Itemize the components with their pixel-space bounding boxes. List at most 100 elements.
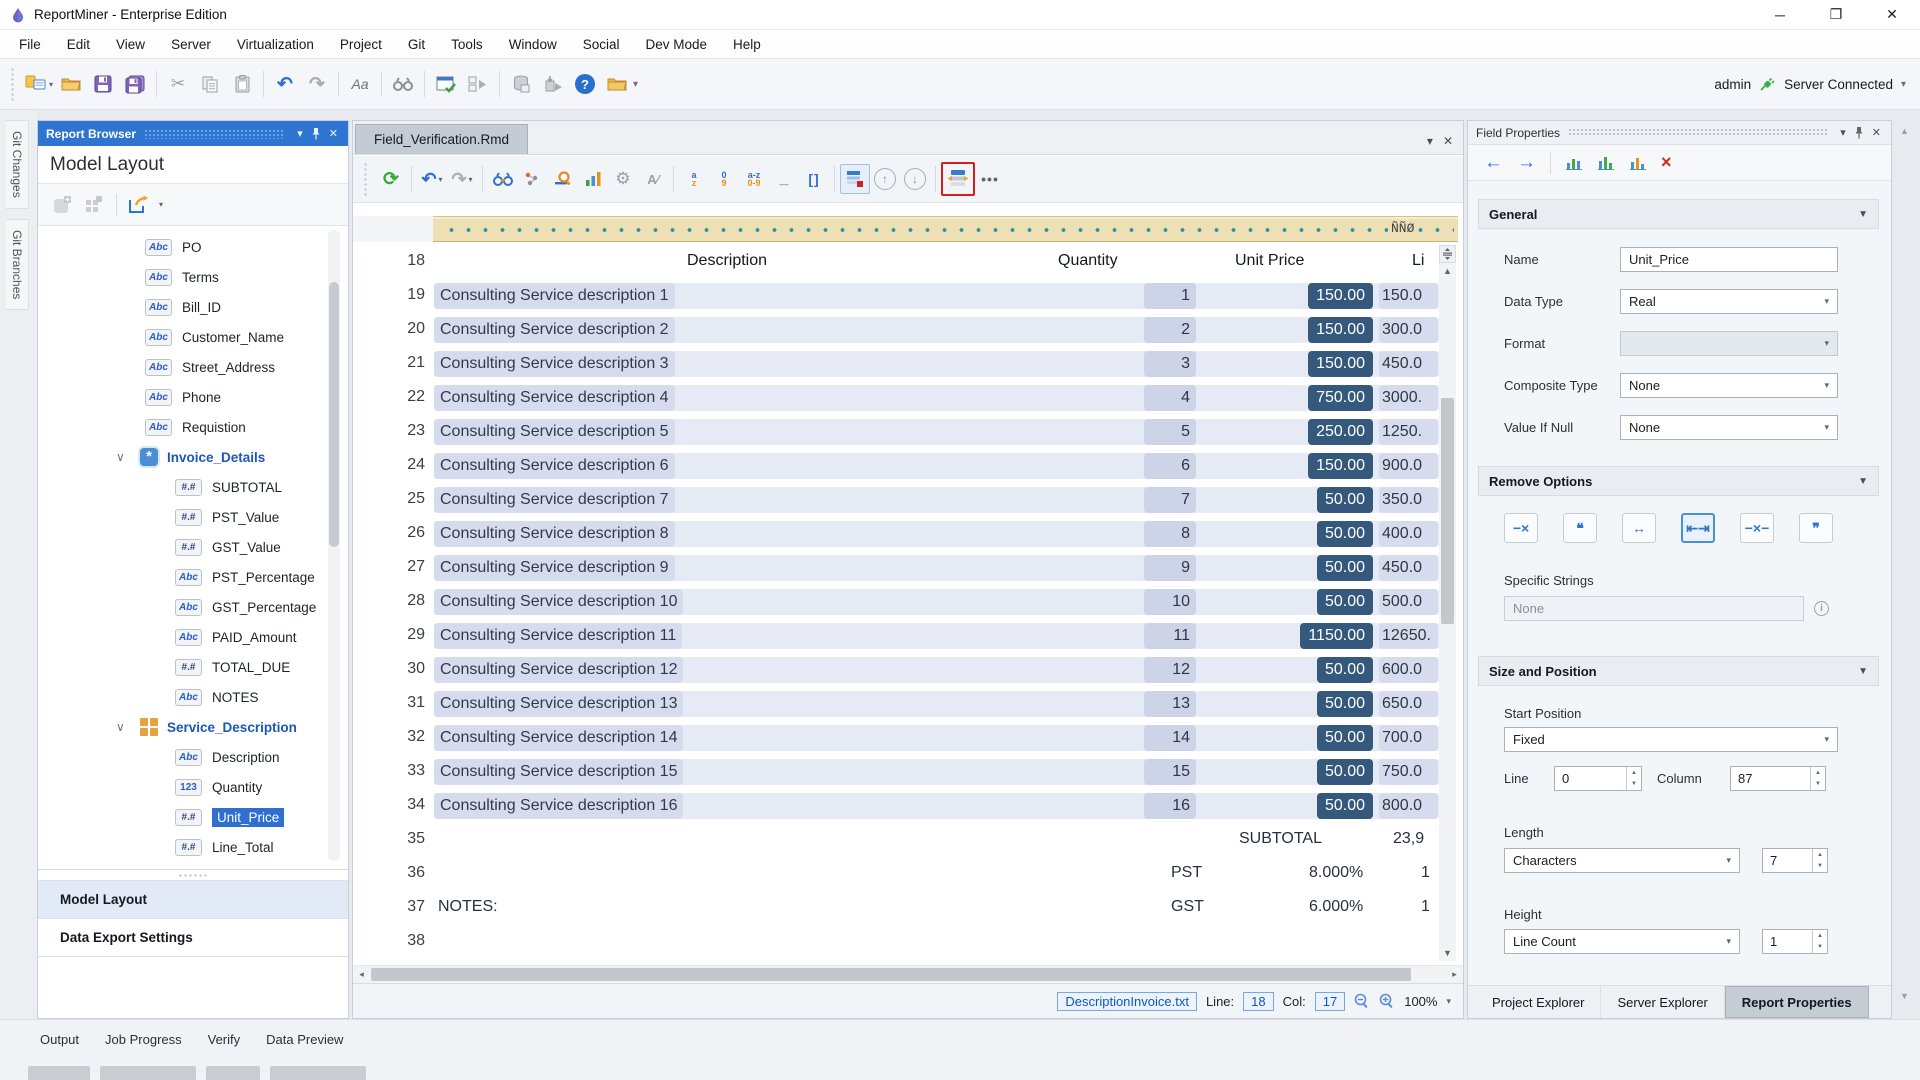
name-field[interactable]: [1620, 247, 1838, 272]
tree-item-gst-percentage[interactable]: AbcGST_Percentage: [38, 592, 348, 622]
statistics-chart-icon-1[interactable]: [1565, 155, 1583, 170]
grid-summary-row[interactable]: 35SUBTOTAL23,9: [353, 823, 1463, 857]
description-cell[interactable]: Consulting Service description 2: [434, 317, 675, 343]
remove-close-quotes-icon[interactable]: ❞: [1799, 513, 1833, 543]
quantity-cell[interactable]: 4: [1144, 385, 1196, 411]
grid-row[interactable]: 33Consulting Service description 151550.…: [353, 755, 1463, 789]
description-cell[interactable]: Consulting Service description 10: [434, 589, 683, 615]
scroll-up-icon[interactable]: ▲: [1439, 263, 1456, 279]
step-down-icon[interactable]: ▼: [1627, 779, 1641, 791]
new-model-button[interactable]: ▾: [23, 67, 55, 101]
grid-vertical-scrollbar[interactable]: ▲ ▼: [1439, 245, 1456, 961]
description-cell[interactable]: Consulting Service description 8: [434, 521, 675, 547]
unit-price-cell[interactable]: 150.00: [1308, 283, 1373, 309]
menu-item-tools[interactable]: Tools: [438, 30, 496, 58]
bottom-tab-data-preview[interactable]: Data Preview: [266, 1032, 343, 1047]
paste-button[interactable]: [226, 67, 258, 101]
quantity-cell[interactable]: 9: [1144, 555, 1196, 581]
quantity-cell[interactable]: 7: [1144, 487, 1196, 513]
description-cell[interactable]: Consulting Service description 1: [434, 283, 675, 309]
quantity-cell[interactable]: 2: [1144, 317, 1196, 343]
menu-item-social[interactable]: Social: [570, 30, 633, 58]
trim-spaces-icon[interactable]: ↔: [1622, 513, 1656, 543]
right-scroll-strip[interactable]: ▲ ▼: [1896, 124, 1916, 1009]
unit-price-cell[interactable]: 150.00: [1308, 351, 1373, 377]
bottom-tab-job-progress[interactable]: Job Progress: [105, 1032, 182, 1047]
line-total-cell[interactable]: 500.0: [1379, 589, 1438, 615]
menu-item-edit[interactable]: Edit: [54, 30, 103, 58]
tab-list-icon[interactable]: ▾: [1427, 134, 1433, 148]
tab-report-properties[interactable]: Report Properties: [1725, 986, 1869, 1018]
unit-price-cell[interactable]: 50.00: [1317, 793, 1373, 819]
scroll-down-icon[interactable]: ▼: [1900, 991, 1909, 1001]
chevron-down-icon[interactable]: ∨: [116, 450, 140, 464]
row-splitter-icon[interactable]: [1439, 245, 1456, 263]
bottom-tab-output[interactable]: Output: [40, 1032, 79, 1047]
panel-menu-icon[interactable]: ▾: [1836, 126, 1850, 139]
side-tab-git-changes[interactable]: Git Changes: [6, 120, 29, 209]
scroll-up-icon[interactable]: ▲: [1900, 126, 1909, 136]
unit-price-cell[interactable]: 50.00: [1317, 555, 1373, 581]
specific-strings-field[interactable]: [1504, 596, 1804, 621]
line-total-cell[interactable]: 12650.: [1379, 623, 1438, 649]
description-cell[interactable]: Consulting Service description 15: [434, 759, 683, 785]
tree-item-gst-value[interactable]: #.#GST_Value: [38, 532, 348, 562]
scroll-right-icon[interactable]: ▸: [1446, 966, 1463, 983]
menu-item-file[interactable]: File: [6, 30, 54, 58]
close-document-icon[interactable]: ✕: [1443, 134, 1453, 148]
bottom-tab-stub[interactable]: [100, 1066, 196, 1080]
description-cell[interactable]: Consulting Service description 3: [434, 351, 675, 377]
length-unit-select[interactable]: Characters▾: [1504, 848, 1740, 873]
tree-item-line-total[interactable]: #.#Line_Total: [38, 832, 348, 862]
collapse-icon[interactable]: ▼: [1858, 209, 1868, 220]
underscore-button[interactable]: _: [769, 164, 799, 194]
line-total-cell[interactable]: 450.0: [1379, 555, 1438, 581]
menu-item-help[interactable]: Help: [720, 30, 774, 58]
quantity-cell[interactable]: 13: [1144, 691, 1196, 717]
close-panel-icon[interactable]: ✕: [325, 127, 342, 140]
find-in-document-button[interactable]: [488, 164, 518, 194]
menu-item-virtualization[interactable]: Virtualization: [224, 30, 327, 58]
description-cell[interactable]: Consulting Service description 16: [434, 793, 683, 819]
description-cell[interactable]: Consulting Service description 12: [434, 657, 683, 683]
tree-item-po[interactable]: AbcPO: [38, 232, 348, 262]
panel-menu-icon[interactable]: ▾: [293, 127, 307, 140]
collapse-icon[interactable]: ▼: [1858, 666, 1868, 677]
column-ruler[interactable]: ÑÑØ: [433, 216, 1458, 242]
save-button[interactable]: [87, 67, 119, 101]
menu-item-window[interactable]: Window: [496, 30, 570, 58]
grid-row[interactable]: 32Consulting Service description 141450.…: [353, 721, 1463, 755]
data-type-select[interactable]: Real▾: [1620, 289, 1838, 314]
grid-row[interactable]: 19Consulting Service description 11150.0…: [353, 279, 1463, 313]
add-region-button[interactable]: [48, 191, 76, 219]
scroll-down-icon[interactable]: ▼: [1439, 945, 1456, 961]
bottom-tab-stub[interactable]: [206, 1066, 260, 1080]
next-field-icon[interactable]: →: [1517, 152, 1536, 174]
zoom-in-icon[interactable]: [1379, 993, 1395, 1009]
grid-row[interactable]: 31Consulting Service description 131350.…: [353, 687, 1463, 721]
menu-item-project[interactable]: Project: [327, 30, 395, 58]
description-cell[interactable]: Consulting Service description 7: [434, 487, 675, 513]
auto-create-fields-button[interactable]: [578, 164, 608, 194]
grid-summary-row[interactable]: 38: [353, 925, 1463, 959]
statistics-chart-icon-2[interactable]: [1597, 155, 1615, 170]
minimize-button[interactable]: ─: [1752, 0, 1808, 29]
source-file-badge[interactable]: DescriptionInvoice.txt: [1057, 992, 1197, 1011]
unit-price-cell[interactable]: 50.00: [1317, 691, 1373, 717]
redo-button[interactable]: ↷: [301, 67, 333, 101]
font-button[interactable]: Aa: [344, 67, 376, 101]
tree-item-pst-percentage[interactable]: AbcPST_Percentage: [38, 562, 348, 592]
tree-item-quantity[interactable]: 123Quantity: [38, 772, 348, 802]
grid-row[interactable]: 23Consulting Service description 55250.0…: [353, 415, 1463, 449]
unit-price-cell[interactable]: 50.00: [1317, 759, 1373, 785]
tab-project-explorer[interactable]: Project Explorer: [1476, 986, 1601, 1018]
description-cell[interactable]: Consulting Service description 4: [434, 385, 675, 411]
quantity-cell[interactable]: 12: [1144, 657, 1196, 683]
description-cell[interactable]: Consulting Service description 6: [434, 453, 675, 479]
quantity-cell[interactable]: 6: [1144, 453, 1196, 479]
line-total-cell[interactable]: 3000.: [1379, 385, 1438, 411]
grid-row[interactable]: 21Consulting Service description 33150.0…: [353, 347, 1463, 381]
line-total-cell[interactable]: 400.0: [1379, 521, 1438, 547]
height-unit-select[interactable]: Line Count▾: [1504, 929, 1740, 954]
job-schedule-button[interactable]: [462, 67, 494, 101]
